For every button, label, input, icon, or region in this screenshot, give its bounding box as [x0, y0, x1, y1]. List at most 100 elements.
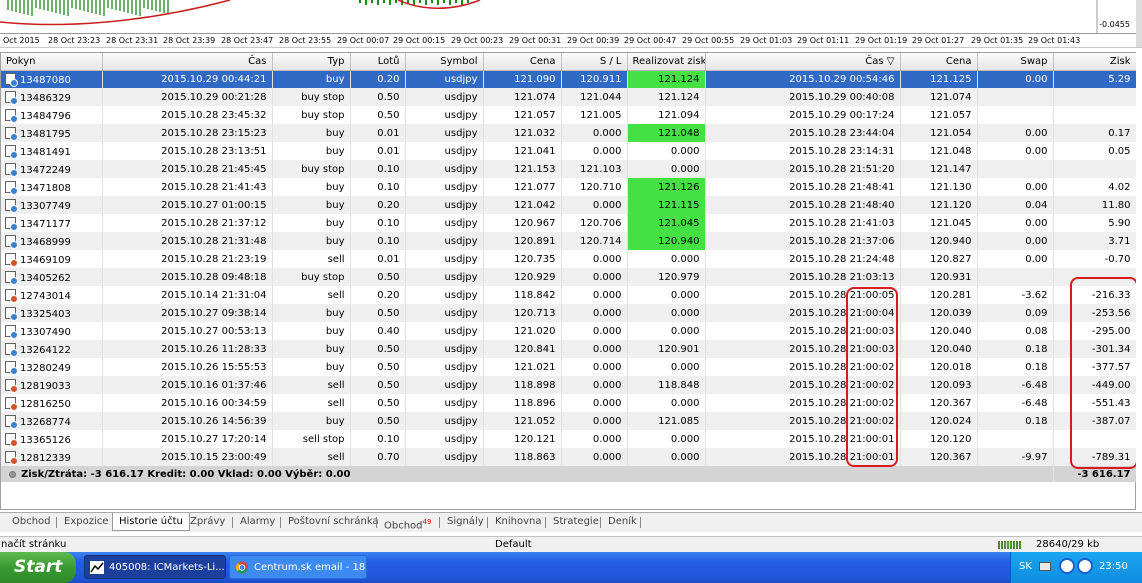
tab-signály[interactable]: Signály	[441, 513, 490, 531]
column-header[interactable]: S / L	[561, 53, 628, 71]
table-row[interactable]: 13325403 2015.10.27 09:38:14 buy 0.50 usdjpy…	[1, 304, 1137, 322]
table-row[interactable]: 13481795 2015.10.28 23:15:23 buy 0.01 usdjpy…	[1, 124, 1137, 142]
network-icon[interactable]	[1059, 558, 1075, 574]
column-header[interactable]: Lotů	[350, 53, 406, 71]
column-header[interactable]: Typ	[272, 53, 351, 71]
column-header[interactable]: Čas	[102, 53, 273, 71]
table-row[interactable]: 13487080 2015.10.29 00:44:21 buy 0.20 usdjpy…	[1, 70, 1137, 88]
sell-order-icon	[5, 252, 18, 267]
table-cell: 0.000	[627, 250, 706, 268]
chart-scrollbar[interactable]	[1136, 0, 1142, 47]
tab-strategie[interactable]: Strategie	[547, 513, 605, 531]
table-cell: 120.714	[561, 232, 628, 250]
column-header[interactable]: Swap	[977, 53, 1054, 71]
status-traffic: 28640/29 kb	[1036, 539, 1100, 550]
table-cell: 121.130	[900, 178, 978, 196]
table-row[interactable]: 13280249 2015.10.26 15:55:53 buy 0.50 usdjpy…	[1, 358, 1137, 376]
table-cell: 120.931	[900, 268, 978, 286]
tab-alarmy[interactable]: Alarmy	[234, 513, 281, 531]
column-header[interactable]: Cena	[483, 53, 562, 71]
table-cell: buy	[272, 412, 351, 430]
table-row[interactable]: 13365126 2015.10.27 17:20:14 sell stop 0.10…	[1, 430, 1137, 448]
table-row[interactable]: 13469109 2015.10.28 21:23:19 sell 0.01 usdjp…	[1, 250, 1137, 268]
taskbar-item-metatrader[interactable]: 405008: ICMarkets-Li...	[84, 555, 226, 579]
tab-expozice[interactable]: Expozice	[58, 513, 114, 531]
tab-zprávy[interactable]: Zprávy	[184, 513, 231, 531]
table-cell: 120.024	[900, 412, 978, 430]
table-row[interactable]: 13471177 2015.10.28 21:37:12 buy 0.10 usdjpy…	[1, 214, 1137, 232]
cell-order: 12819033	[1, 376, 103, 394]
tab-label: Zprávy	[190, 516, 226, 527]
system-tray: SK 23:50	[1010, 552, 1142, 583]
cell-order: 13307490	[1, 322, 103, 340]
table-cell	[977, 106, 1054, 124]
time-axis-label: 29 Oct 00:31	[509, 36, 562, 45]
column-header[interactable]: Cena	[900, 53, 978, 71]
table-cell: 0.09	[977, 304, 1054, 322]
cell-order: 13405262	[1, 268, 103, 286]
tab-label: Expozice	[64, 516, 109, 527]
table-row[interactable]: 13484796 2015.10.28 23:45:32 buy stop 0.50 u…	[1, 106, 1137, 124]
table-cell: 2015.10.28 21:00:03	[705, 340, 901, 358]
table-cell: 2015.10.28 21:00:01	[705, 430, 901, 448]
tab-separator	[232, 517, 233, 528]
table-row[interactable]: 13468999 2015.10.28 21:31:48 buy 0.10 usdjpy…	[1, 232, 1137, 250]
tab-obchod[interactable]: Obchod49	[378, 513, 437, 531]
buy-order-icon	[5, 306, 18, 321]
table-row[interactable]: 13268774 2015.10.26 14:56:39 buy 0.50 usdjpy…	[1, 412, 1137, 430]
tab-poštovní-schránka[interactable]: Poštovní schránka	[282, 513, 385, 531]
cell-order: 13469109	[1, 250, 103, 268]
taskbar-item-browser[interactable]: Centrum.sk email - 18...	[229, 555, 367, 579]
column-header[interactable]: Zisk	[1053, 53, 1137, 71]
table-cell: 120.018	[900, 358, 978, 376]
language-indicator[interactable]: SK	[1019, 561, 1032, 572]
tab-obchod[interactable]: Obchod	[6, 513, 57, 531]
table-row[interactable]: 12816250 2015.10.16 00:34:59 sell 0.50 usdjp…	[1, 394, 1137, 412]
sync-icon[interactable]	[1077, 558, 1093, 574]
keyboard-icon[interactable]	[1039, 562, 1051, 571]
table-row[interactable]: 13307490 2015.10.27 00:53:13 buy 0.40 usdjpy…	[1, 322, 1137, 340]
table-cell: usdjpy	[405, 70, 484, 88]
cell-order: 13486329	[1, 88, 103, 106]
table-row[interactable]: 13481491 2015.10.28 23:13:51 buy 0.01 usdjpy…	[1, 142, 1137, 160]
tab-knihovna[interactable]: Knihovna	[489, 513, 548, 531]
table-cell: 120.706	[561, 214, 628, 232]
cell-order: 13481491	[1, 142, 103, 160]
tab-label: Historie účtu	[119, 516, 183, 527]
table-cell: buy	[272, 232, 351, 250]
table-cell: 3.71	[1053, 232, 1137, 250]
order-id: 13469109	[20, 254, 71, 266]
table-cell: 2015.10.28 21:51:20	[705, 160, 901, 178]
table-row[interactable]: 12819033 2015.10.16 01:37:46 sell 0.50 usdjp…	[1, 376, 1137, 394]
table-cell: buy	[272, 142, 351, 160]
table-cell: 120.040	[900, 340, 978, 358]
column-header[interactable]: Symbol	[405, 53, 484, 71]
clock[interactable]: 23:50	[1099, 561, 1128, 572]
status-profile: Default	[495, 539, 532, 550]
table-cell: 121.020	[483, 322, 562, 340]
table-row[interactable]: 13264122 2015.10.26 11:28:33 buy 0.50 usdjpy…	[1, 340, 1137, 358]
table-cell: sell stop	[272, 430, 351, 448]
tab-historie-účtu[interactable]: Historie účtu	[112, 513, 190, 531]
buy-order-icon	[5, 198, 18, 213]
table-cell: usdjpy	[405, 412, 484, 430]
tab-deník[interactable]: Deník	[602, 513, 643, 531]
start-button[interactable]: Start	[0, 552, 76, 583]
column-header[interactable]: Pokyn	[1, 53, 103, 71]
column-header[interactable]: Realizovat zisk	[627, 53, 706, 71]
table-row[interactable]: 13472249 2015.10.28 21:45:45 buy stop 0.10 u…	[1, 160, 1137, 178]
table-cell: 2015.10.28 21:31:48	[102, 232, 273, 250]
column-header[interactable]: Čas ▽	[705, 53, 901, 71]
table-row[interactable]: 13486329 2015.10.29 00:21:28 buy stop 0.50 u…	[1, 88, 1137, 106]
table-row[interactable]: 12812339 2015.10.15 23:00:49 sell 0.70 usdjp…	[1, 448, 1137, 466]
table-cell: 0.000	[561, 430, 628, 448]
table-row[interactable]: 13307749 2015.10.27 01:00:15 buy 0.20 usdjpy…	[1, 196, 1137, 214]
price-chart[interactable]: -0.0455 Oct 2015 28 Oct 23:23 28 Oct 23:31…	[0, 0, 1142, 48]
table-row[interactable]: 12743014 2015.10.14 21:31:04 sell 0.20 usdjp…	[1, 286, 1137, 304]
table-cell: buy stop	[272, 88, 351, 106]
table-row[interactable]: 13471808 2015.10.28 21:41:43 buy 0.10 usdjpy…	[1, 178, 1137, 196]
table-cell: buy	[272, 340, 351, 358]
table-cell: 0.50	[350, 376, 406, 394]
table-cell: 0.17	[1053, 124, 1137, 142]
table-row[interactable]: 13405262 2015.10.28 09:48:18 buy stop 0.50 u…	[1, 268, 1137, 286]
